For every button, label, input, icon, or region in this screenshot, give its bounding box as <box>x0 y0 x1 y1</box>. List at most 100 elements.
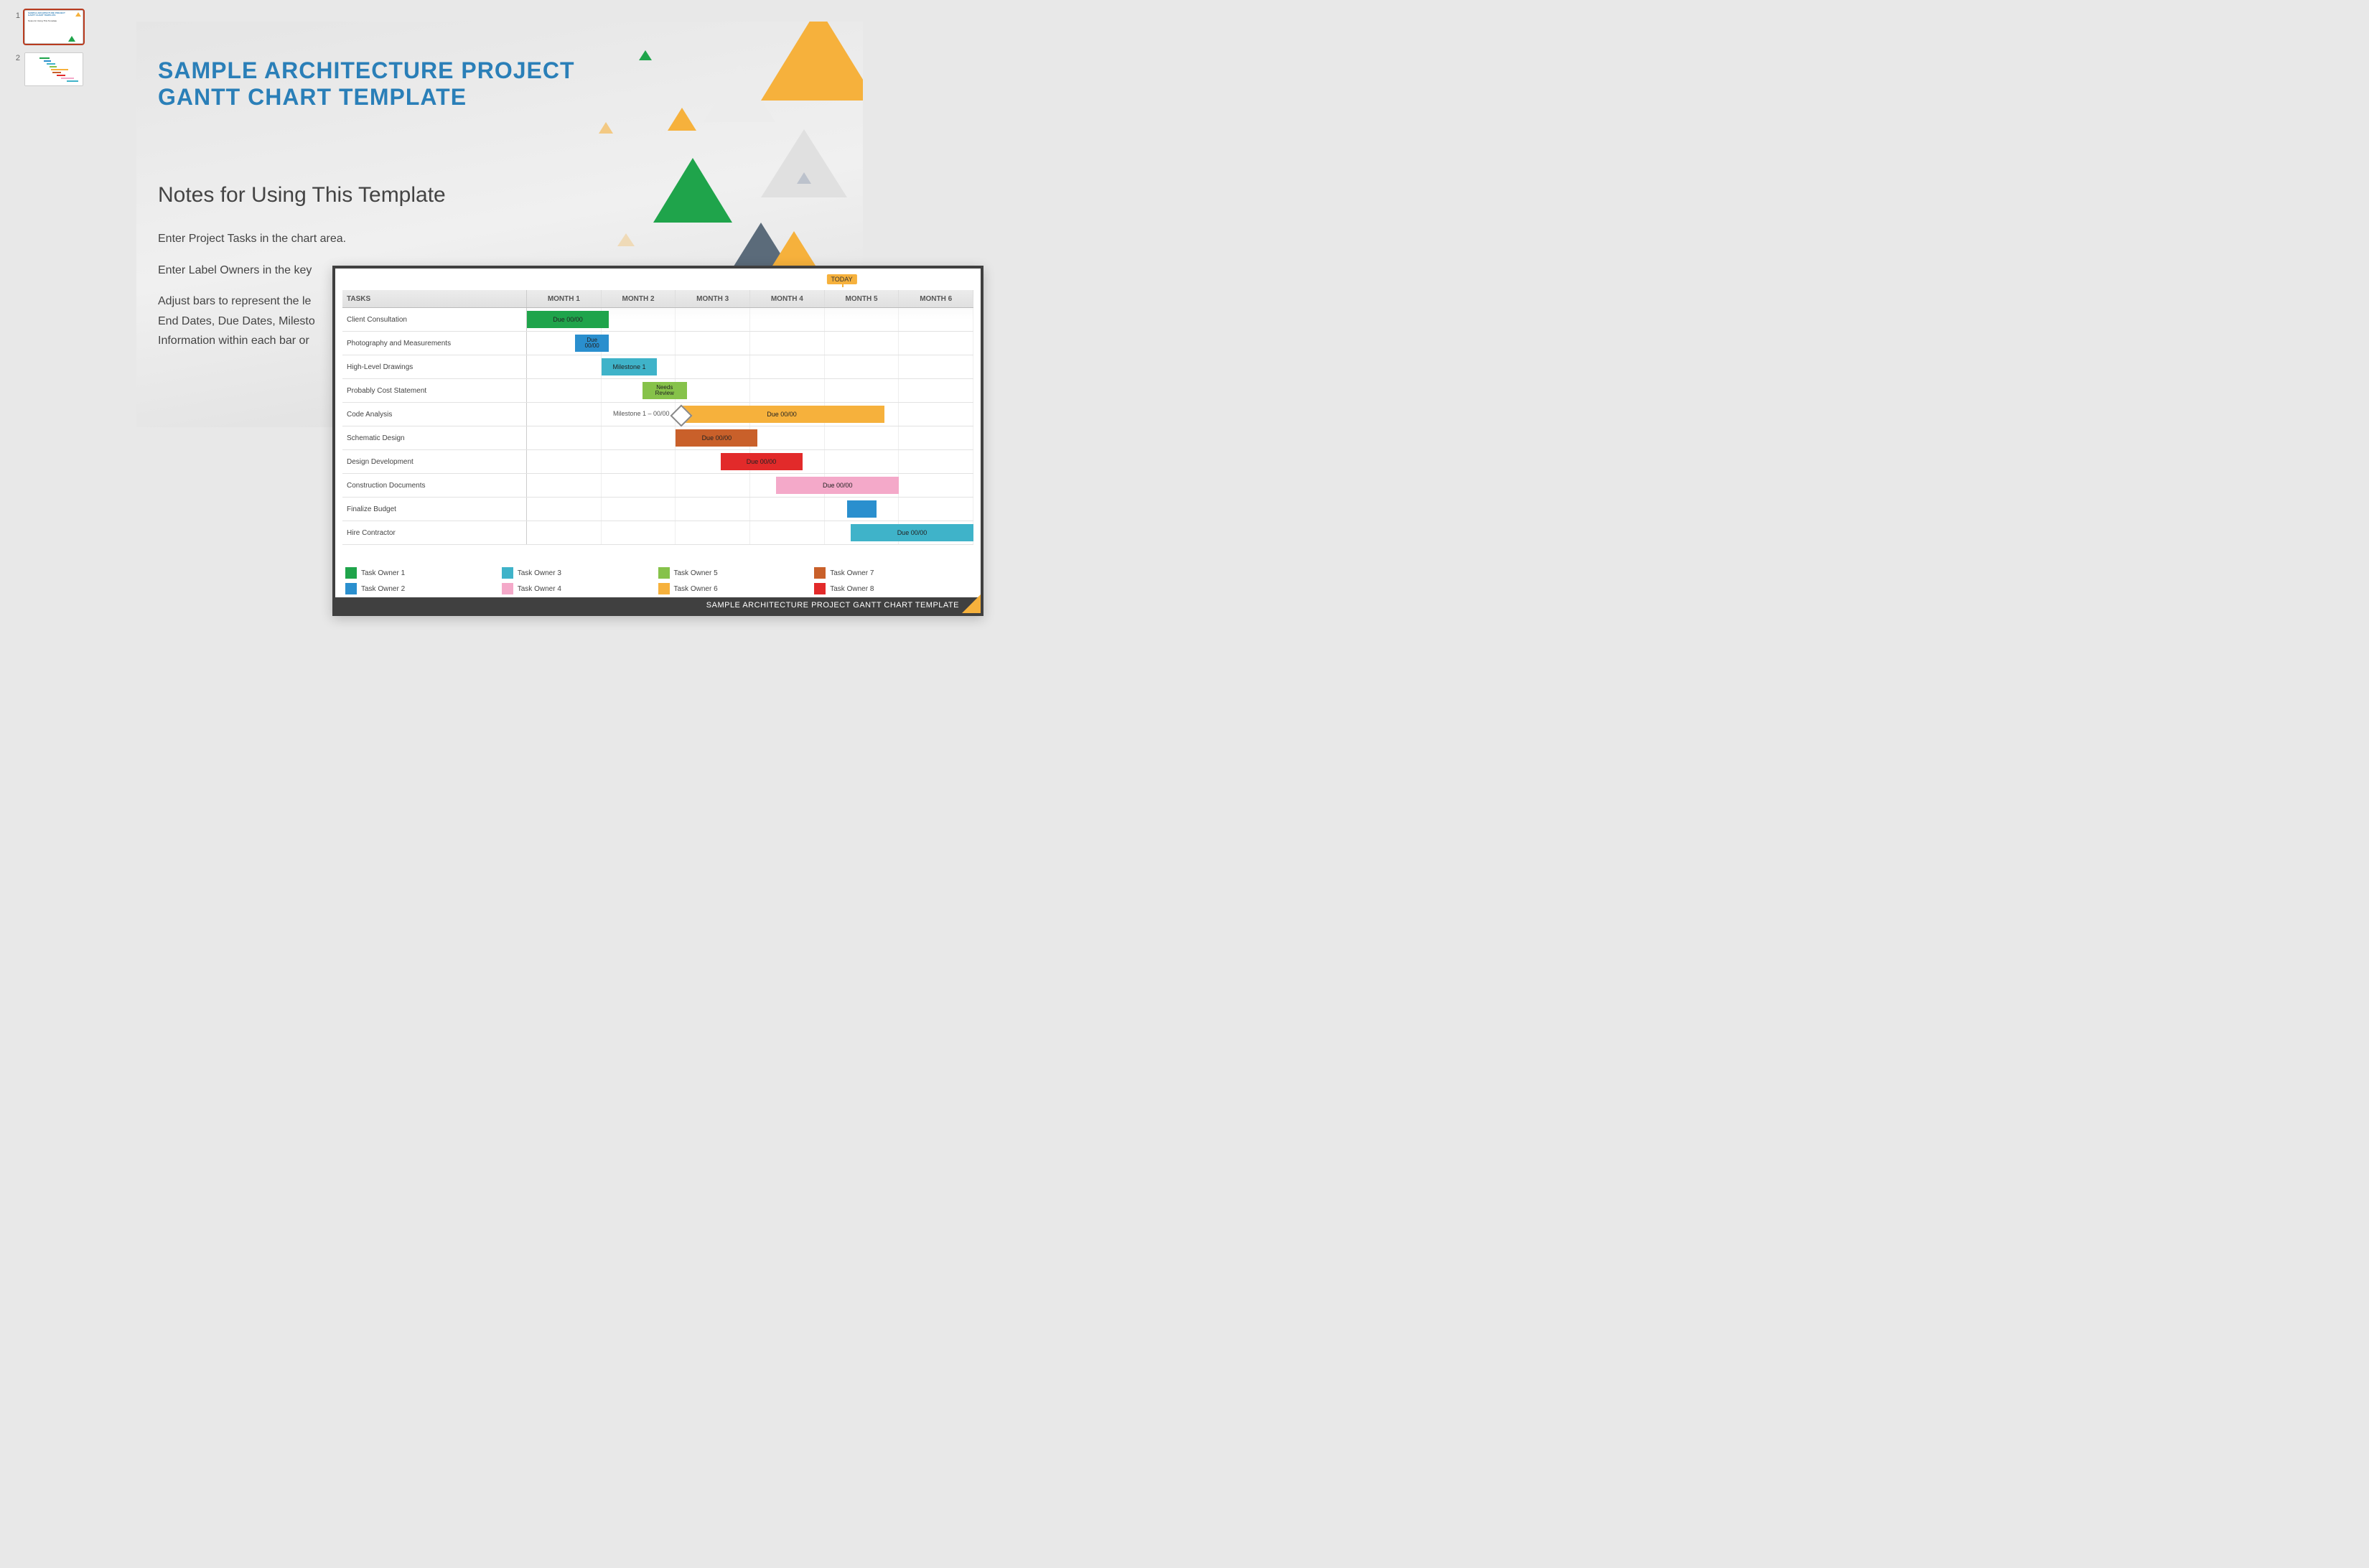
gantt-table: TASKS MONTH 1MONTH 2MONTH 3MONTH 4MONTH … <box>342 290 973 541</box>
legend-swatch <box>345 583 357 594</box>
legend-label: Task Owner 8 <box>830 585 874 593</box>
title-line-1: SAMPLE ARCHITECTURE PROJECT <box>158 57 575 83</box>
triangle-icon <box>772 231 816 266</box>
legend-swatch <box>814 583 826 594</box>
gantt-row: Probably Cost Statement NeedsReview <box>342 379 973 403</box>
legend-swatch <box>814 567 826 579</box>
gantt-row-grid: NeedsReview <box>527 379 973 402</box>
month-column-header: MONTH 3 <box>676 290 750 307</box>
tasks-column-header: TASKS <box>342 290 527 307</box>
triangle-icon <box>761 22 863 101</box>
task-name-cell: Finalize Budget <box>342 498 527 521</box>
legend-item: Task Owner 3 <box>502 567 658 579</box>
gantt-bar[interactable]: Due 00/00 <box>680 406 884 423</box>
gantt-row-grid: Due 00/00 <box>527 450 973 473</box>
gantt-bar[interactable]: NeedsReview <box>643 382 687 399</box>
triangle-icon <box>797 172 811 184</box>
task-name-cell: Photography and Measurements <box>342 332 527 355</box>
legend-label: Task Owner 1 <box>361 569 405 577</box>
legend-label: Task Owner 3 <box>518 569 561 577</box>
gantt-bar[interactable]: Due 00/00 <box>527 311 609 328</box>
task-name-cell: Code Analysis <box>342 403 527 426</box>
gantt-row: Client ConsultationDue 00/00 <box>342 308 973 332</box>
task-name-cell: Client Consultation <box>342 308 527 331</box>
gantt-row-grid: Due00/00 <box>527 332 973 355</box>
body-para: Enter Project Tasks in the chart area. <box>158 230 503 248</box>
task-name-cell: Schematic Design <box>342 426 527 449</box>
triangle-icon <box>599 122 613 134</box>
footer-text: SAMPLE ARCHITECTURE PROJECT GANTT CHART … <box>706 601 959 610</box>
gantt-row-grid: Due 00/00 <box>527 308 973 331</box>
gantt-row: Hire Contractor Due 00/00 <box>342 521 973 545</box>
gantt-chart: TASKS MONTH 1MONTH 2MONTH 3MONTH 4MONTH … <box>342 290 973 541</box>
gantt-row: Photography and Measurements Due00/00 <box>342 332 973 355</box>
legend-swatch <box>658 583 670 594</box>
legend-item: Task Owner 1 <box>345 567 502 579</box>
gantt-row-grid: Due 00/00Milestone 1 – 00/00 <box>527 403 973 426</box>
legend-item: Task Owner 7 <box>814 567 971 579</box>
slide-2-canvas: TODAY TASKS MONTH 1MONTH 2MONTH 3MONTH 4… <box>332 266 983 616</box>
legend-swatch <box>658 567 670 579</box>
gantt-bar[interactable]: Due 00/00 <box>676 429 757 447</box>
gantt-row: Design Development Due 00/00 <box>342 450 973 474</box>
gantt-bar[interactable]: Due00/00 <box>575 335 609 352</box>
legend-label: Task Owner 2 <box>361 585 405 593</box>
slide-title: SAMPLE ARCHITECTURE PROJECT GANTT CHART … <box>158 57 575 111</box>
legend-label: Task Owner 4 <box>518 585 561 593</box>
thumbnail-row-1[interactable]: 1 SAMPLE ARCHITECTURE PROJECTGANTT CHART… <box>0 10 93 44</box>
month-column-header: MONTH 2 <box>602 290 676 307</box>
triangle-icon <box>617 233 635 246</box>
legend-item: Task Owner 5 <box>658 567 815 579</box>
month-column-header: MONTH 4 <box>750 290 825 307</box>
legend-swatch <box>502 567 513 579</box>
legend-item: Task Owner 2 <box>345 583 502 594</box>
triangle-icon <box>653 158 732 223</box>
task-name-cell: Probably Cost Statement <box>342 379 527 402</box>
triangle-icon <box>668 108 696 131</box>
thumbnail-row-2[interactable]: 2 <box>0 52 93 86</box>
month-headers: MONTH 1MONTH 2MONTH 3MONTH 4MONTH 5MONTH… <box>527 290 973 307</box>
gantt-row: Schematic Design Due 00/00 <box>342 426 973 450</box>
gantt-bar[interactable]: Due 00/00 <box>721 453 803 470</box>
gantt-bar[interactable]: Due 00/00 <box>851 524 973 541</box>
gantt-row-grid: Due 00/00 <box>527 474 973 497</box>
legend-label: Task Owner 5 <box>674 569 718 577</box>
footer-accent-triangle <box>962 594 981 613</box>
legend-item: Task Owner 6 <box>658 583 815 594</box>
app-viewport: 1 SAMPLE ARCHITECTURE PROJECTGANTT CHART… <box>0 0 1091 722</box>
legend-label: Task Owner 7 <box>830 569 874 577</box>
gantt-rows: Client ConsultationDue 00/00Photography … <box>342 308 973 545</box>
month-column-header: MONTH 6 <box>899 290 973 307</box>
legend-item: Task Owner 8 <box>814 583 971 594</box>
month-column-header: MONTH 1 <box>527 290 602 307</box>
triangle-icon <box>639 50 652 60</box>
thumbnail-index: 2 <box>0 52 24 62</box>
gantt-row-grid: Milestone 1 <box>527 355 973 378</box>
thumbnail-panel: 1 SAMPLE ARCHITECTURE PROJECTGANTT CHART… <box>0 0 93 95</box>
task-name-cell: High-Level Drawings <box>342 355 527 378</box>
thumbnail-slide-1[interactable]: SAMPLE ARCHITECTURE PROJECTGANTT CHART T… <box>24 10 83 44</box>
gantt-row-grid <box>527 498 973 521</box>
gantt-row: Finalize Budget <box>342 498 973 521</box>
triangle-icon <box>761 129 847 197</box>
task-name-cell: Construction Documents <box>342 474 527 497</box>
gantt-bar[interactable]: Milestone 1 <box>602 358 658 375</box>
gantt-header-row: TASKS MONTH 1MONTH 2MONTH 3MONTH 4MONTH … <box>342 290 973 308</box>
legend-label: Task Owner 6 <box>674 585 718 593</box>
task-name-cell: Hire Contractor <box>342 521 527 544</box>
legend-swatch <box>345 567 357 579</box>
legend: Task Owner 1 Task Owner 3 Task Owner 5 Task… <box>345 567 971 594</box>
thumbnail-slide-2[interactable] <box>24 52 83 86</box>
gantt-bar[interactable]: Due 00/00 <box>776 477 899 494</box>
slide-footer: SAMPLE ARCHITECTURE PROJECT GANTT CHART … <box>335 597 981 613</box>
month-column-header: MONTH 5 <box>825 290 900 307</box>
legend-swatch <box>502 583 513 594</box>
thumbnail-index: 1 <box>0 10 24 20</box>
title-line-2: GANTT CHART TEMPLATE <box>158 84 467 110</box>
gantt-bar[interactable] <box>847 500 877 518</box>
gantt-row-grid: Due 00/00 <box>527 521 973 544</box>
task-name-cell: Design Development <box>342 450 527 473</box>
gantt-row-grid: Due 00/00 <box>527 426 973 449</box>
gantt-row: Code AnalysisDue 00/00Milestone 1 – 00/0… <box>342 403 973 426</box>
gantt-row: High-Level Drawings Milestone 1 <box>342 355 973 379</box>
